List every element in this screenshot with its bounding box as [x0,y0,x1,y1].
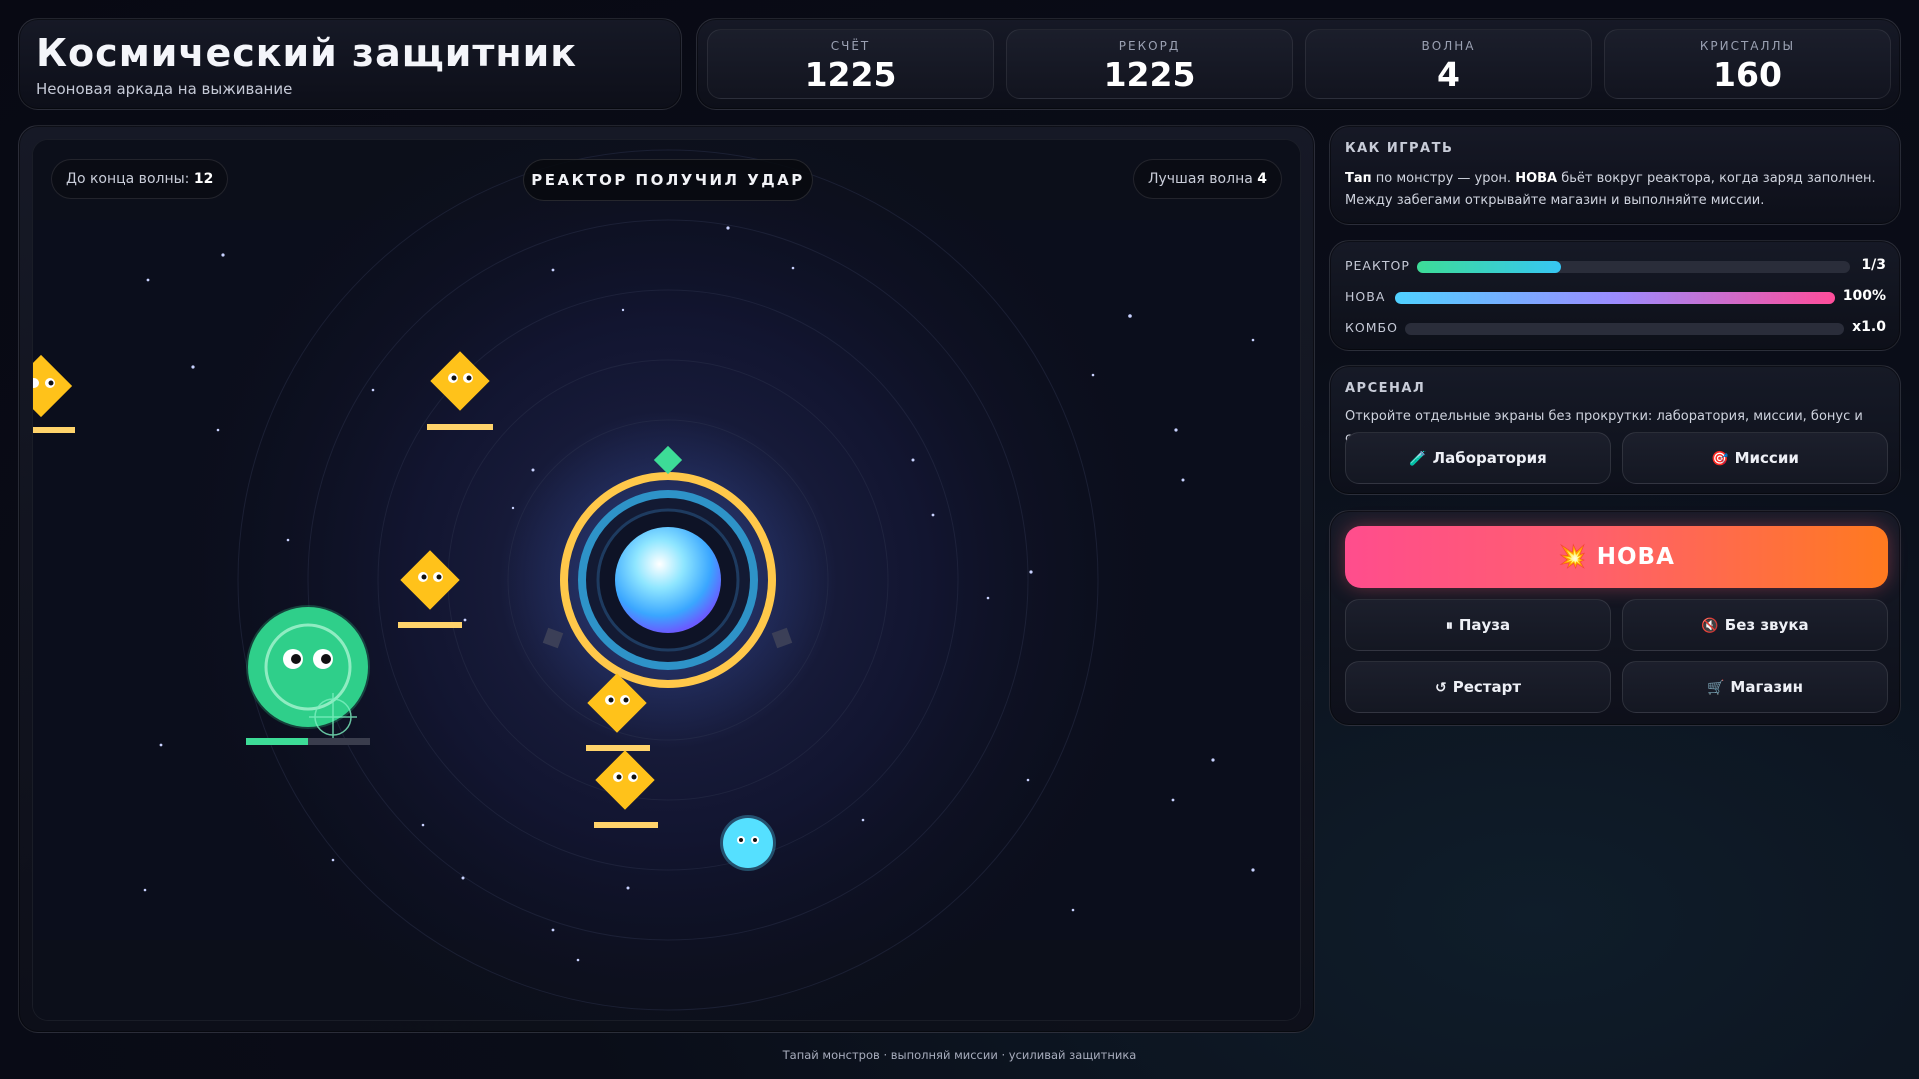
lab-button-label: Лаборатория [1432,449,1547,467]
title-panel: Космический защитник Неоновая аркада на … [18,18,682,110]
combo-bar-value: x1.0 [1852,319,1886,335]
target-icon: 🎯 [1711,451,1729,467]
restart-icon: ↺ [1434,680,1447,696]
footer-hint: Тапай монстров · выполняй миссии · усили… [782,1048,1137,1062]
missions-button[interactable]: 🎯 Миссии [1622,432,1888,484]
mute-button[interactable]: 🔇 Без звука [1622,599,1888,651]
combo-bar-label: КОМБО [1345,320,1398,335]
stat-crystals-label: КРИСТАЛЛЫ [1699,39,1796,53]
reactor-bar-track [1417,261,1850,273]
stat-record-label: РЕКОРД [1118,39,1181,53]
combo-bar-track [1405,323,1844,335]
mute-icon: 🔇 [1701,618,1719,634]
pause-button[interactable]: ⏸ Пауза [1345,599,1611,651]
wave-remaining-label: До конца волны: [66,171,190,187]
missions-button-label: Миссии [1734,449,1799,467]
stat-record: РЕКОРД 1225 [1006,29,1293,99]
pause-icon: ⏸ [1445,618,1453,634]
pause-button-label: Пауза [1458,616,1511,634]
explosion-icon: 💥 [1558,544,1588,570]
status-bars-panel: РЕАКТОР 1/3 НОВА 100% КОМБО x1.0 [1329,240,1901,351]
wave-remaining-chip: До конца волны: 12 [51,159,229,199]
shop-button[interactable]: 🛒 Магазин [1622,661,1888,713]
stat-crystals-value: 160 [1713,55,1782,94]
stats-panel: СЧЁТ 1225 РЕКОРД 1225 ВОЛНА 4 КРИСТАЛЛЫ … [696,18,1901,110]
stat-score-label: СЧЁТ [830,39,871,53]
nova-bar: НОВА 100% [1345,287,1886,307]
howto-title: КАК ИГРАТЬ [1345,141,1454,156]
stat-wave-label: ВОЛНА [1421,39,1476,53]
best-wave-value: 4 [1257,171,1267,187]
game-panel: До конца волны: 12 РЕАКТОР ПОЛУЧИЛ УДАР … [18,125,1315,1033]
wave-remaining-value: 12 [193,171,214,187]
nova-bar-value: 100% [1842,288,1886,304]
lab-button[interactable]: 🧪 Лаборатория [1345,432,1611,484]
nova-bar-track [1395,292,1835,304]
howto-panel: КАК ИГРАТЬ Тап по монстру — урон. НОВА б… [1329,125,1901,225]
stat-record-value: 1225 [1103,55,1196,94]
nova-button-label: НОВА [1596,544,1675,570]
actions-panel: 💥 НОВА ⏸ Пауза 🔇 Без звука ↺ Рестарт 🛒 Магаз… [1329,510,1901,726]
reactor-bar-value: 1/3 [1861,257,1886,273]
best-wave-chip: Лучшая волна 4 [1132,159,1282,199]
restart-button-label: Рестарт [1452,678,1522,696]
nova-button[interactable]: 💥 НОВА [1345,526,1888,588]
cart-icon: 🛒 [1706,680,1725,696]
reactor-bar: РЕАКТОР 1/3 [1345,256,1886,276]
arsenal-panel: АРСЕНАЛ Откройте отдельные экраны без пр… [1329,365,1901,495]
stat-score: СЧЁТ 1225 [707,29,994,99]
reactor[interactable] [498,410,838,750]
reactor-hit-message: РЕАКТОР ПОЛУЧИЛ УДАР [523,159,813,201]
combo-bar: КОМБО x1.0 [1345,318,1886,338]
game-canvas[interactable]: До конца волны: 12 РЕАКТОР ПОЛУЧИЛ УДАР … [32,139,1301,1021]
nova-bar-label: НОВА [1345,289,1386,304]
howto-text: Тап по монстру — урон. НОВА бьёт вокруг … [1345,168,1886,212]
arsenal-title: АРСЕНАЛ [1345,381,1426,396]
stat-wave: ВОЛНА 4 [1305,29,1592,99]
stat-score-value: 1225 [804,55,897,94]
enemy-orb[interactable] [720,815,776,871]
restart-button[interactable]: ↺ Рестарт [1345,661,1611,713]
howto-text-1: по монстру — урон. [1371,171,1516,186]
stat-wave-value: 4 [1437,55,1460,94]
reactor-bar-label: РЕАКТОР [1345,258,1410,273]
game-field[interactable] [33,140,1301,1021]
flask-icon: 🧪 [1409,451,1427,467]
best-wave-label: Лучшая волна [1147,171,1253,187]
game-title: Космический защитник [36,31,578,75]
mute-button-label: Без звука [1724,616,1809,634]
howto-nova: НОВА [1515,171,1558,186]
howto-tap: Тап [1345,171,1372,186]
stat-crystals: КРИСТАЛЛЫ 160 [1604,29,1891,99]
game-subtitle: Неоновая аркада на выживание [36,80,293,98]
reactor-bar-fill [1417,261,1562,273]
shop-button-label: Магазин [1730,678,1804,696]
nova-bar-fill [1395,292,1835,304]
